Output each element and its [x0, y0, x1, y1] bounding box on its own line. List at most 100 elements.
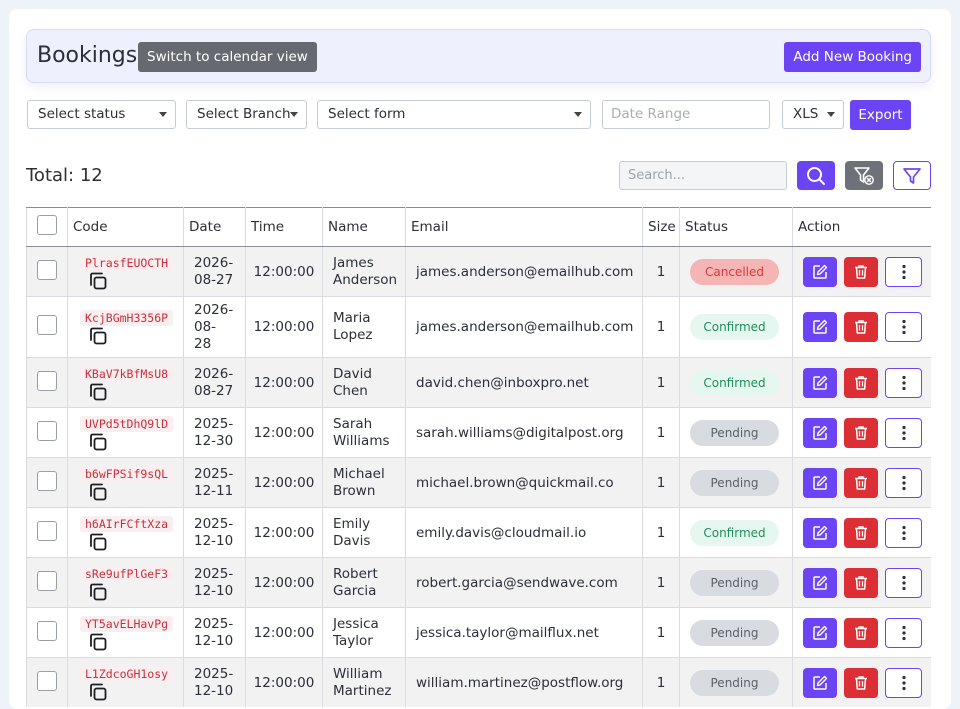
status-select[interactable]: Select status: [27, 100, 176, 129]
row-select-cell: [26, 296, 68, 358]
date-cell: 2025- 12-11: [183, 457, 246, 508]
chevron-down-icon: [159, 112, 167, 117]
clear-filter-button[interactable]: [845, 161, 883, 190]
more-actions-button[interactable]: [885, 617, 922, 648]
status-cell: Cancelled: [679, 246, 793, 297]
more-actions-button[interactable]: [885, 517, 922, 548]
copy-code-button[interactable]: [80, 432, 183, 454]
time-cell: 12:00:00: [245, 607, 323, 658]
delete-booking-button[interactable]: [844, 367, 878, 398]
date-cell: 2025- 12-10: [183, 557, 246, 608]
row-checkbox[interactable]: [37, 420, 57, 441]
date-line: 2026-: [194, 365, 234, 382]
name-line: David: [333, 365, 372, 382]
row-checkbox[interactable]: [37, 370, 57, 391]
copy-code-button[interactable]: [80, 632, 183, 654]
status-cell: Pending: [679, 607, 793, 658]
bookings-table: Code Date Time Name Email Size Status Ac…: [26, 207, 931, 707]
copy-icon: [88, 533, 109, 557]
filter-button[interactable]: [893, 161, 931, 190]
edit-icon: [812, 319, 828, 335]
copy-icon: [88, 433, 109, 457]
more-actions-button[interactable]: [885, 667, 922, 698]
copy-code-button[interactable]: [80, 382, 183, 404]
date-line: 28: [194, 335, 212, 352]
edit-icon: [812, 475, 828, 491]
copy-code-button[interactable]: [80, 532, 183, 554]
code-cell: PlrasfEUOCTH: [67, 246, 184, 297]
edit-booking-button[interactable]: [803, 467, 837, 498]
row-select-cell: [26, 457, 68, 508]
size-cell: 1: [642, 657, 680, 707]
switch-calendar-view-button[interactable]: Switch to calendar view: [138, 42, 317, 72]
more-actions-button[interactable]: [885, 467, 922, 498]
date-range-input[interactable]: Date Range: [602, 100, 770, 129]
email-cell: james.anderson@emailhub.com: [405, 296, 643, 358]
date-line: 2025-: [194, 665, 234, 682]
copy-code-button[interactable]: [80, 326, 183, 348]
edit-booking-button[interactable]: [803, 256, 837, 287]
time-cell: 12:00:00: [245, 296, 323, 358]
select-all-checkbox[interactable]: [37, 215, 57, 235]
edit-booking-button[interactable]: [803, 367, 837, 398]
trash-icon: [853, 575, 869, 591]
delete-booking-button[interactable]: [844, 567, 878, 598]
row-select-cell: [26, 607, 68, 658]
name-cell: Maria Lopez: [322, 296, 406, 358]
delete-booking-button[interactable]: [844, 617, 878, 648]
delete-booking-button[interactable]: [844, 312, 878, 342]
copy-icon: [88, 483, 109, 507]
booking-code: YT5avELHavPg: [80, 615, 174, 632]
search-input[interactable]: Search...: [619, 161, 787, 190]
edit-booking-button[interactable]: [803, 667, 837, 698]
time-cell: 12:00:00: [245, 246, 323, 297]
booking-code: sRe9ufPlGeF3: [80, 565, 174, 582]
delete-booking-button[interactable]: [844, 517, 878, 548]
delete-booking-button[interactable]: [844, 467, 878, 498]
edit-icon: [812, 525, 828, 541]
edit-booking-button[interactable]: [803, 567, 837, 598]
name-cell: Sarah Williams: [322, 407, 406, 458]
status-badge: Confirmed: [690, 519, 779, 546]
more-actions-button[interactable]: [885, 567, 922, 598]
edit-booking-button[interactable]: [803, 312, 837, 342]
export-format-select[interactable]: XLS: [782, 100, 844, 129]
edit-booking-button[interactable]: [803, 517, 837, 548]
more-actions-button[interactable]: [885, 312, 922, 342]
search-button[interactable]: [797, 161, 835, 190]
more-actions-button[interactable]: [885, 367, 922, 398]
copy-code-button[interactable]: [80, 582, 183, 604]
more-actions-button[interactable]: [885, 256, 922, 287]
table-row: h6AIrFCftXza 2025- 12-10 12:00:00 Emily Davis…: [26, 507, 931, 558]
row-select-cell: [26, 246, 68, 297]
row-checkbox[interactable]: [37, 670, 57, 691]
row-checkbox[interactable]: [37, 259, 57, 280]
date-line: 08-: [194, 318, 217, 335]
branch-select[interactable]: Select Branch: [186, 100, 307, 129]
row-checkbox[interactable]: [37, 520, 57, 541]
row-checkbox[interactable]: [37, 570, 57, 591]
more-actions-button[interactable]: [885, 417, 922, 448]
action-cell: [792, 357, 931, 408]
row-checkbox[interactable]: [37, 315, 57, 335]
name-line: Williams: [333, 432, 390, 449]
delete-booking-button[interactable]: [844, 667, 878, 698]
email-cell: william.martinez@postflow.org: [405, 657, 643, 707]
table-row: KBaV7kBfMsU8 2026- 08-27 12:00:00 David Chen d…: [26, 357, 931, 408]
name-line: William: [333, 665, 383, 682]
table-row: UVPd5tDhQ9lD 2025- 12-30 12:00:00 Sarah Willi…: [26, 407, 931, 458]
edit-booking-button[interactable]: [803, 617, 837, 648]
row-checkbox[interactable]: [37, 470, 57, 491]
delete-booking-button[interactable]: [844, 256, 878, 287]
action-cell: [792, 657, 931, 707]
delete-booking-button[interactable]: [844, 417, 878, 448]
column-header-action: Action: [792, 207, 931, 247]
edit-booking-button[interactable]: [803, 417, 837, 448]
copy-code-button[interactable]: [80, 482, 183, 504]
form-select[interactable]: Select form: [317, 100, 591, 129]
add-new-booking-button[interactable]: Add New Booking: [784, 42, 921, 72]
status-badge: Pending: [690, 469, 779, 496]
row-checkbox[interactable]: [37, 620, 57, 641]
export-button[interactable]: Export: [850, 100, 911, 130]
copy-code-button[interactable]: [80, 271, 183, 293]
